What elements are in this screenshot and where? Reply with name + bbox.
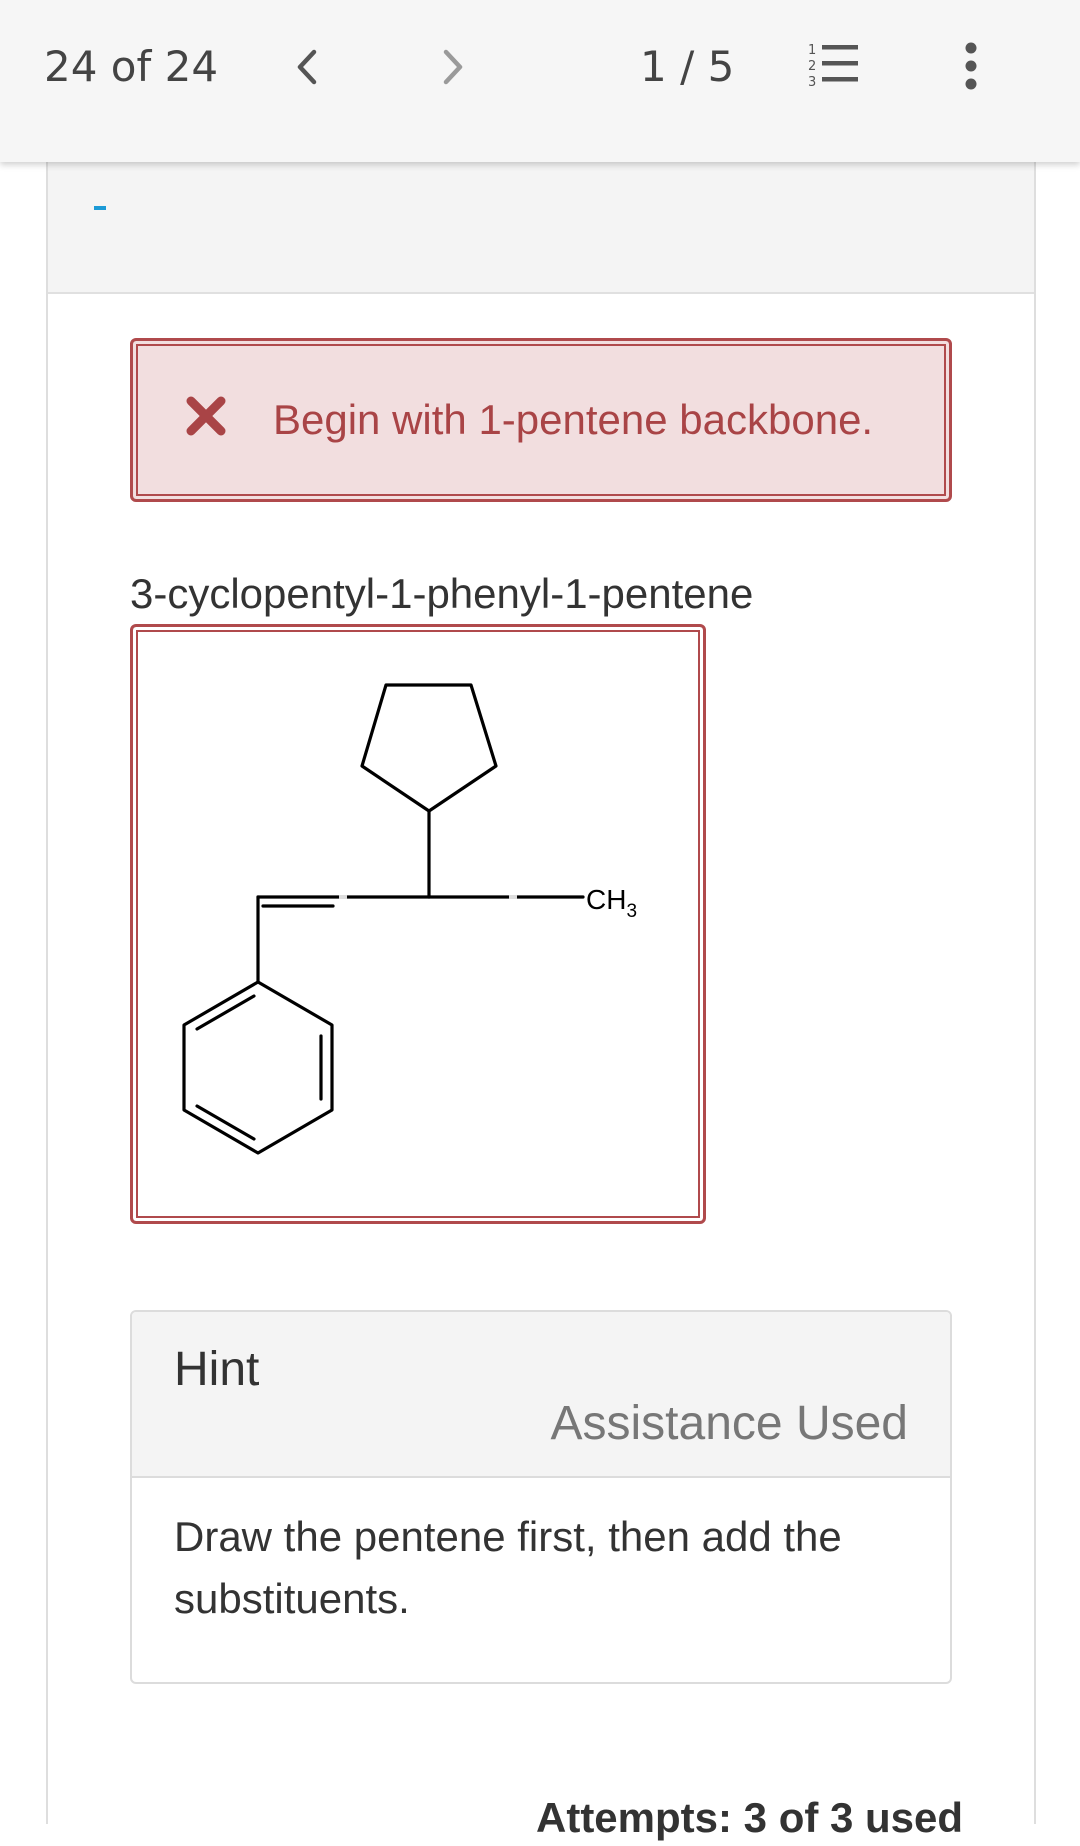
numbered-list-icon[interactable]: 1 2 3 bbox=[806, 40, 866, 92]
attempts-counter: Attempts: 3 of 3 used bbox=[536, 1794, 964, 1841]
question-counter: 24 of 24 bbox=[44, 42, 219, 91]
top-toolbar: 24 of 24 1 / 5 1 2 3 bbox=[0, 0, 1080, 162]
hint-panel: Hint Assistance Used Draw the pentene fi… bbox=[130, 1310, 952, 1684]
cyclopentyl-ring bbox=[360, 683, 498, 813]
methyl-label-sub: 3 bbox=[626, 901, 637, 922]
svg-text:3: 3 bbox=[808, 75, 816, 90]
more-vertical-icon[interactable] bbox=[956, 40, 986, 94]
atom-dot-c2 bbox=[339, 895, 347, 899]
error-x-icon bbox=[186, 396, 226, 436]
question-header-band bbox=[48, 162, 1034, 294]
feedback-message: Begin with 1-pentene backbone. bbox=[273, 396, 874, 443]
link-marker bbox=[94, 206, 106, 210]
chevron-right-icon[interactable] bbox=[430, 40, 474, 94]
assistance-status: Assistance Used bbox=[550, 1397, 909, 1450]
svg-text:1: 1 bbox=[808, 43, 816, 58]
feedback-error-box: Begin with 1-pentene backbone. bbox=[130, 338, 952, 502]
hint-header[interactable]: Hint Assistance Used bbox=[132, 1312, 950, 1478]
methyl-label: CH3 bbox=[586, 884, 637, 922]
hint-text: Draw the pentene first, then add the sub… bbox=[174, 1513, 842, 1622]
molecule-drawing: CH3 bbox=[182, 683, 637, 1155]
svg-text:2: 2 bbox=[808, 59, 816, 74]
atom-dot-c4 bbox=[509, 895, 517, 899]
compound-name: 3-cyclopentyl-1-phenyl-1-pentene bbox=[130, 570, 754, 617]
structure-answer-box[interactable]: CH3 bbox=[130, 624, 706, 1224]
page-indicator[interactable]: 1 / 5 bbox=[640, 40, 734, 94]
chevron-left-icon[interactable] bbox=[286, 40, 330, 94]
hint-title: Hint bbox=[174, 1343, 260, 1396]
methyl-label-main: CH bbox=[586, 884, 626, 915]
phenyl-ring bbox=[182, 980, 334, 1155]
